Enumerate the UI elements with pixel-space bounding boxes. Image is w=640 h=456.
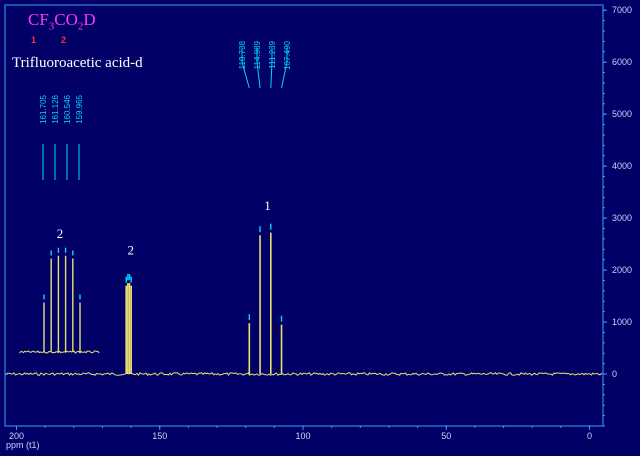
y-tick-label: 5000 (612, 109, 632, 119)
peak-group-label: 1 (264, 198, 271, 213)
formula-part: D (83, 10, 96, 29)
x-tick-label: 150 (152, 431, 167, 441)
inset-expansion (19, 247, 100, 354)
baseline-noise (4, 371, 603, 377)
inset-group-label: 2 (57, 226, 64, 241)
y-tick-label: 3000 (612, 213, 632, 223)
x-axis-label: ppm (t1) (6, 440, 40, 450)
y-tick-label: 0 (612, 369, 617, 379)
formula-part: CF (28, 10, 49, 29)
group-labels: 2 1 2 (57, 198, 271, 257)
y-tick-label: 6000 (612, 57, 632, 67)
y-tick-label: 7000 (612, 5, 632, 15)
x-tick-label: 0 (587, 431, 592, 441)
atom-label-2: 2 (61, 35, 67, 45)
peak-group-label: 2 (128, 242, 135, 257)
formula-part: CO (54, 10, 78, 29)
y-tick-label: 2000 (612, 265, 632, 275)
peak-shift-label: 159.965 (75, 94, 84, 123)
spectrum-trace (4, 223, 603, 377)
y-tick-label: 4000 (612, 161, 632, 171)
y-tick-label: 1000 (612, 317, 632, 327)
compound-name: Trifluoroacetic acid-d (12, 55, 143, 71)
peak-shift-label: 161.705 (39, 94, 48, 123)
atom-label-1: 1 (31, 35, 37, 45)
x-tick-label: 50 (441, 431, 451, 441)
peak-shift-label: 160.546 (63, 94, 72, 123)
x-tick-label: 100 (295, 431, 310, 441)
compound-formula: CF3CO2D (28, 10, 96, 32)
peak-shift-label: 161.126 (51, 94, 60, 123)
inset-baseline (19, 350, 100, 354)
